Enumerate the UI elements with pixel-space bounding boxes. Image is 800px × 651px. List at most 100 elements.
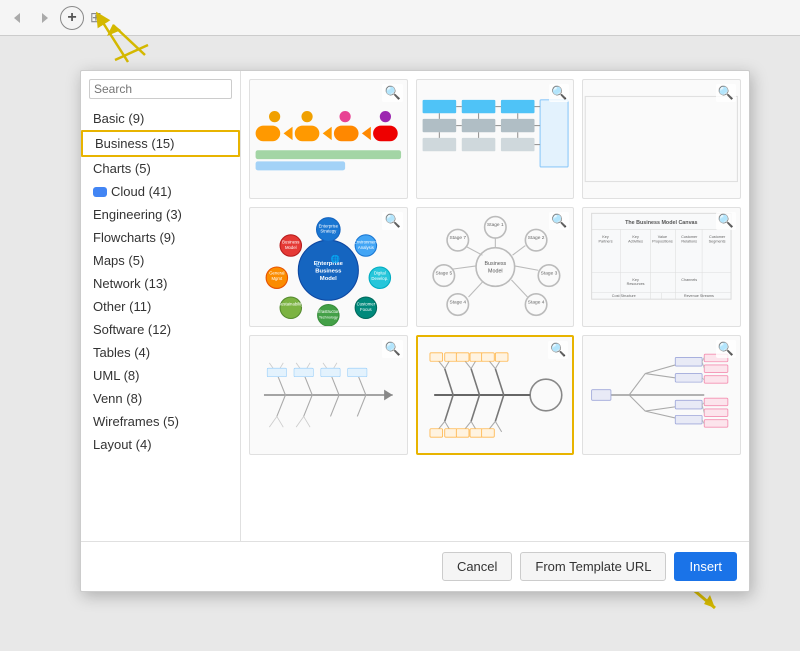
category-item-charts[interactable]: Charts (5) [81, 157, 240, 180]
category-label-maps: Maps (5) [93, 253, 144, 268]
svg-text:Stage 2: Stage 2 [527, 235, 544, 241]
categories-list: Basic (9) Business (15) Charts (5) Cloud (4… [81, 107, 240, 456]
template-dialog: × 🔍 Basic (9)Business (15)Charts (5)Clou… [80, 70, 750, 592]
category-item-layout[interactable]: Layout (4) [81, 433, 240, 456]
dialog-footer: Cancel From Template URL Insert [81, 541, 749, 591]
category-item-cloud[interactable]: Cloud (41) [81, 180, 240, 203]
svg-text:Stage 7: Stage 7 [449, 235, 466, 241]
zoom-icon-7[interactable]: 🔍 [382, 340, 402, 358]
forward-icon [34, 8, 54, 28]
category-label-charts: Charts (5) [93, 161, 151, 176]
template-card-2[interactable]: 🔍 [416, 79, 575, 199]
category-item-engineering[interactable]: Engineering (3) [81, 203, 240, 226]
category-label-basic: Basic (9) [93, 111, 144, 126]
insert-button[interactable]: Insert [674, 552, 737, 581]
zoom-icon-6[interactable]: 🔍 [716, 212, 736, 230]
svg-text:Revenue Streams: Revenue Streams [684, 294, 714, 298]
category-label-business: Business (15) [95, 136, 174, 151]
svg-text:€: € [315, 259, 320, 269]
svg-text:Infrastructure: Infrastructure [316, 309, 342, 314]
category-label-venn: Venn (8) [93, 391, 142, 406]
category-label-flowcharts: Flowcharts (9) [93, 230, 175, 245]
template-card-1[interactable]: 🔍 [249, 79, 408, 199]
category-label-software: Software (12) [93, 322, 171, 337]
category-item-maps[interactable]: Maps (5) [81, 249, 240, 272]
category-item-wireframes[interactable]: Wireframes (5) [81, 410, 240, 433]
svg-text:Channels: Channels [682, 278, 698, 282]
toolbar: + ⊞ [0, 0, 800, 36]
category-item-network[interactable]: Network (13) [81, 272, 240, 295]
template-url-button[interactable]: From Template URL [520, 552, 666, 581]
svg-text:Cost Structure: Cost Structure [612, 294, 636, 298]
svg-text:Stage 4: Stage 4 [449, 299, 466, 305]
svg-text:Relations: Relations [682, 239, 698, 243]
svg-text:Mgmt: Mgmt [271, 276, 283, 281]
template-card-9[interactable]: 🔍 [582, 335, 741, 455]
search-input[interactable] [94, 82, 249, 96]
svg-text:🌐: 🌐 [330, 255, 339, 264]
svg-text:General: General [269, 271, 284, 276]
category-item-other[interactable]: Other (11) [81, 295, 240, 318]
category-item-software[interactable]: Software (12) [81, 318, 240, 341]
svg-text:Focus: Focus [360, 307, 372, 312]
svg-text:Segments: Segments [709, 239, 726, 243]
cancel-button[interactable]: Cancel [442, 552, 512, 581]
svg-text:Strategy: Strategy [320, 229, 337, 234]
svg-text:Partners: Partners [599, 239, 613, 243]
zoom-icon-3[interactable]: 🔍 [716, 84, 736, 102]
template-card-5[interactable]: Business Model Stage 1 Stage 2 Stage 3 S… [416, 207, 575, 327]
category-sidebar: 🔍 Basic (9) Business (15) Charts (5) Cloud … [81, 71, 241, 541]
template-card-3[interactable]: 🔍 [582, 79, 741, 199]
svg-text:Stage 1: Stage 1 [487, 222, 504, 228]
template-card-8[interactable]: 🔍 [416, 335, 575, 455]
svg-text:Digital: Digital [374, 271, 386, 276]
svg-text:The Business Model Canvas: The Business Model Canvas [625, 220, 697, 226]
category-label-other: Other (11) [93, 299, 151, 314]
svg-text:Develop.: Develop. [371, 276, 388, 281]
zoom-icon-9[interactable]: 🔍 [716, 340, 736, 358]
cloud-icon [93, 187, 107, 197]
template-card-7[interactable]: 🔍 [249, 335, 408, 455]
svg-text:Resources: Resources [627, 282, 645, 286]
svg-text:Technology: Technology [319, 315, 338, 319]
category-label-engineering: Engineering (3) [93, 207, 182, 222]
svg-text:Propositions: Propositions [652, 239, 673, 243]
svg-text:Stage 5: Stage 5 [435, 271, 452, 277]
svg-text:Business: Business [484, 261, 506, 267]
back-icon [8, 8, 28, 28]
zoom-icon-4[interactable]: 🔍 [382, 212, 402, 230]
template-card-6[interactable]: The Business Model Canvas Key Partners K… [582, 207, 741, 327]
svg-text:Customer: Customer [357, 302, 376, 307]
category-label-wireframes: Wireframes (5) [93, 414, 179, 429]
svg-text:Environment: Environment [354, 239, 379, 244]
category-item-uml[interactable]: UML (8) [81, 364, 240, 387]
svg-text:Stage 3: Stage 3 [540, 271, 557, 277]
add-button[interactable]: + [60, 6, 84, 30]
category-label-tables: Tables (4) [93, 345, 150, 360]
svg-text:Model: Model [285, 245, 297, 250]
category-label-cloud: Cloud (41) [111, 184, 172, 199]
svg-text:Model: Model [488, 268, 503, 274]
templates-grid: 🔍 [241, 71, 749, 541]
svg-text:Sustainability: Sustainability [278, 302, 304, 307]
svg-text:Activities: Activities [629, 239, 644, 243]
zoom-icon-1[interactable]: 🔍 [382, 84, 402, 102]
svg-text:Analysis: Analysis [358, 245, 374, 250]
svg-text:Model: Model [320, 276, 337, 282]
zoom-icon-8[interactable]: 🔍 [548, 341, 568, 359]
svg-text:Business: Business [282, 239, 299, 244]
search-box[interactable]: 🔍 [89, 79, 232, 99]
svg-text:Enterprise: Enterprise [319, 223, 339, 228]
dialog-body: 🔍 Basic (9) Business (15) Charts (5) Cloud … [81, 71, 749, 541]
template-card-4[interactable]: Enterprise Business Model Enterprise Str… [249, 207, 408, 327]
category-item-flowcharts[interactable]: Flowcharts (9) [81, 226, 240, 249]
category-item-business[interactable]: Business (15) [81, 130, 240, 157]
svg-text:Business: Business [315, 268, 342, 274]
category-item-venn[interactable]: Venn (8) [81, 387, 240, 410]
zoom-icon-5[interactable]: 🔍 [549, 212, 569, 230]
category-item-tables[interactable]: Tables (4) [81, 341, 240, 364]
svg-text:Stage 4: Stage 4 [527, 299, 544, 305]
category-item-basic[interactable]: Basic (9) [81, 107, 240, 130]
zoom-icon-2[interactable]: 🔍 [549, 84, 569, 102]
category-label-layout: Layout (4) [93, 437, 152, 452]
